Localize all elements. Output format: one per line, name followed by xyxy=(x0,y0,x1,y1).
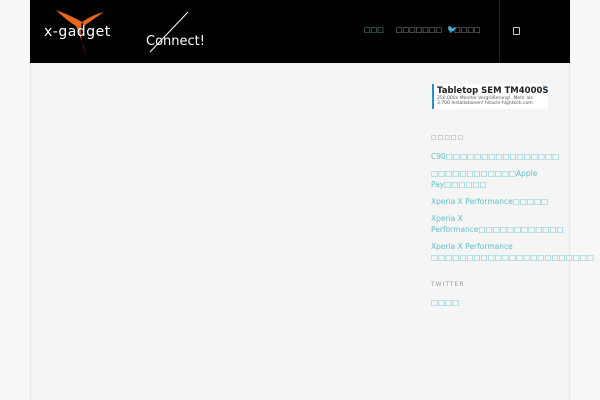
post-link[interactable]: Xperia X Performance □□□□□□□□□□□□□□□□□□□… xyxy=(431,241,594,263)
ad-description: 250,000x Monitor Vergrößerung!. Mehr als… xyxy=(437,96,533,106)
twitter-icon[interactable]: 🐦 xyxy=(447,25,457,34)
post-link[interactable]: C90□□□□□□□□□□□□□□□□ xyxy=(431,151,559,162)
ad-title[interactable]: Tabletop SEM TM4000Serie xyxy=(437,86,548,96)
twitter-link[interactable]: □□□□ xyxy=(431,298,459,307)
nav-item-home[interactable]: □□□ xyxy=(364,26,384,34)
post-link[interactable]: □□□□□□□□□□□□Apple Pay□□□□□□ xyxy=(431,168,551,190)
post-link[interactable]: Xperia X Performance□□□□□ xyxy=(431,196,551,207)
ad-close-icon[interactable]: ✕ xyxy=(542,84,547,91)
recent-posts-heading: □□□□□ xyxy=(431,134,465,141)
header-divider xyxy=(499,0,500,63)
site-header: x-gadget Connect! □□□ □□□□□□□ □□□□ 🐦 xyxy=(30,0,570,63)
shopping-bag-icon[interactable] xyxy=(513,27,520,35)
twitter-heading: TWITTER xyxy=(431,281,465,288)
recent-posts-list: C90□□□□□□□□□□□□□□□□ □□□□□□□□□□□□Apple Pa… xyxy=(431,151,594,269)
nav-item-3[interactable]: □□□□ xyxy=(454,26,480,34)
ad-banner[interactable]: Tabletop SEM TM4000Serie 250,000x Monito… xyxy=(432,84,548,109)
main-nav: □□□ □□□□□□□ □□□□ xyxy=(364,26,481,34)
connect-logo[interactable]: Connect! xyxy=(142,10,205,55)
logo-text: x-gadget xyxy=(44,24,111,40)
nav-item-2[interactable]: □□□□□□□ xyxy=(396,26,442,34)
connect-text: Connect! xyxy=(146,34,205,49)
post-link[interactable]: Xperia X Performance□□□□□□□□□□□□ xyxy=(431,213,564,235)
site-logo[interactable]: x-gadget xyxy=(42,6,132,56)
